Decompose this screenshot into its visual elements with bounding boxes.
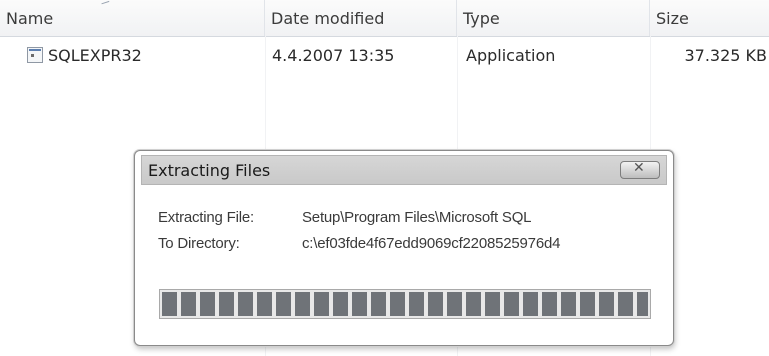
file-type: Application <box>466 46 556 65</box>
progress-fill <box>162 292 648 316</box>
close-icon: ✕ <box>633 160 645 176</box>
dialog-title-bar[interactable]: Extracting Files ✕ <box>141 155 667 185</box>
to-directory-value: c:\ef03fde4f67edd9069cf2208525976d4 <box>302 235 561 252</box>
column-header-size-label: Size <box>656 9 689 28</box>
extracting-file-value: Setup\Program Files\Microsoft SQL <box>302 209 532 226</box>
sort-indicator-icon <box>101 0 111 9</box>
dialog-title: Extracting Files <box>148 161 271 180</box>
column-header-date-label: Date modified <box>271 9 385 28</box>
file-date-modified: 4.4.2007 13:35 <box>272 46 395 65</box>
column-header-type-label: Type <box>463 9 500 28</box>
column-header-row: Name Date modified Type Size <box>0 0 769 37</box>
extracting-files-dialog: Extracting Files ✕ Extracting File: Setu… <box>134 150 674 346</box>
close-button[interactable]: ✕ <box>620 160 660 179</box>
column-header-size[interactable]: Size <box>650 0 769 36</box>
file-name[interactable]: SQLEXPR32 <box>48 40 142 72</box>
column-header-name-label: Name <box>6 9 54 28</box>
file-size: 37.325 KB <box>684 46 767 65</box>
application-icon[interactable] <box>27 47 43 63</box>
to-directory-label: To Directory: <box>158 235 240 252</box>
extracting-file-label: Extracting File: <box>158 209 254 226</box>
dialog-content: Extracting File: Setup\Program Files\Mic… <box>141 185 667 339</box>
column-header-type[interactable]: Type <box>457 0 650 36</box>
column-header-name[interactable]: Name <box>0 0 265 36</box>
file-row[interactable]: SQLEXPR32 4.4.2007 13:35 Application 37.… <box>0 40 769 72</box>
column-header-date-modified[interactable]: Date modified <box>265 0 457 36</box>
extraction-progress-bar <box>159 289 651 319</box>
